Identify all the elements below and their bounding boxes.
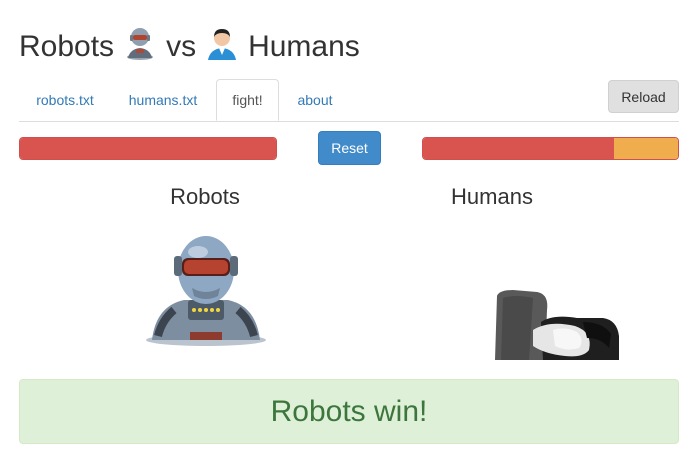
page: Robots vs Humans robots.txt humans.txt f… — [0, 0, 698, 472]
tab-fight[interactable]: fight! — [216, 79, 279, 121]
human-avatar-icon — [204, 25, 240, 69]
robots-health-bar — [19, 137, 277, 160]
reset-button[interactable]: Reset — [318, 131, 381, 165]
robot-fighter-image — [144, 232, 268, 350]
tab-robots-txt[interactable]: robots.txt — [19, 79, 111, 120]
tab-about[interactable]: about — [285, 79, 345, 120]
robots-fighter-name: Robots — [170, 184, 240, 209]
robot-avatar-icon — [122, 25, 158, 69]
title-robots-word: Robots — [19, 30, 115, 63]
robots-health-red-segment — [20, 138, 276, 159]
tab-bar: robots.txt humans.txt fight! about — [19, 79, 679, 122]
human-fighter-image — [493, 288, 625, 360]
result-alert: Robots win! — [19, 379, 679, 444]
humans-health-orange-segment — [614, 138, 678, 159]
page-title: Robots vs Humans — [19, 26, 360, 68]
title-humans-word: Humans — [248, 30, 360, 63]
humans-health-bar — [422, 137, 679, 160]
reload-button[interactable]: Reload — [608, 80, 679, 113]
tab-humans-txt[interactable]: humans.txt — [115, 79, 211, 120]
humans-fighter-name: Humans — [451, 184, 533, 209]
title-vs-word: vs — [166, 30, 197, 63]
humans-health-red-segment — [423, 138, 615, 159]
